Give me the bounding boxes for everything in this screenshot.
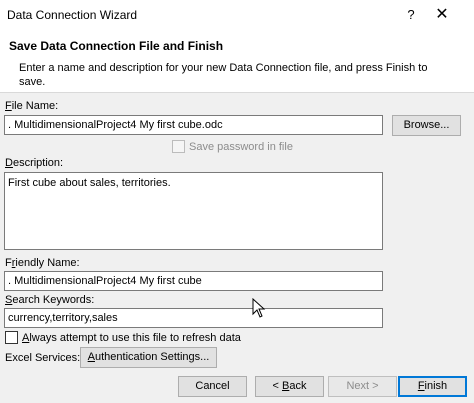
search-keywords-input[interactable]: currency,territory,sales [4,308,383,328]
help-icon[interactable]: ? [402,5,420,25]
description-label: Description: [5,157,64,169]
finish-button[interactable]: Finish [398,376,467,397]
save-password-label: Save password in file [189,141,293,153]
save-password-checkbox[interactable] [172,140,185,153]
file-name-label: File Name: [5,100,59,112]
header-divider [0,92,474,93]
excel-services-label: Excel Services: [5,352,81,364]
page-title: Save Data Connection File and Finish [9,39,224,53]
browse-button[interactable]: Browse... [392,115,461,136]
title-bar: Data Connection Wizard ? ✕ [0,0,474,30]
close-icon[interactable]: ✕ [432,5,452,25]
back-button[interactable]: < Back [255,376,324,397]
cancel-button[interactable]: Cancel [178,376,247,397]
description-textarea[interactable]: First cube about sales, territories. [4,172,383,250]
always-refresh-label: Always attempt to use this file to refre… [22,332,241,344]
window-title: Data Connection Wizard [7,8,138,22]
wizard-header: Save Data Connection File and Finish Ent… [0,30,474,92]
mouse-cursor-icon [252,298,266,318]
authentication-settings-button[interactable]: Authentication Settings... [80,347,217,368]
always-refresh-checkbox[interactable] [5,331,18,344]
next-button[interactable]: Next > [328,376,397,397]
friendly-name-label: Friendly Name: [5,257,80,269]
page-description: Enter a name and description for your ne… [19,62,428,88]
search-keywords-label: Search Keywords: [5,294,95,306]
file-name-input[interactable]: . MultidimensionalProject4 My first cube… [4,115,383,135]
friendly-name-input[interactable]: . MultidimensionalProject4 My first cube [4,271,383,291]
